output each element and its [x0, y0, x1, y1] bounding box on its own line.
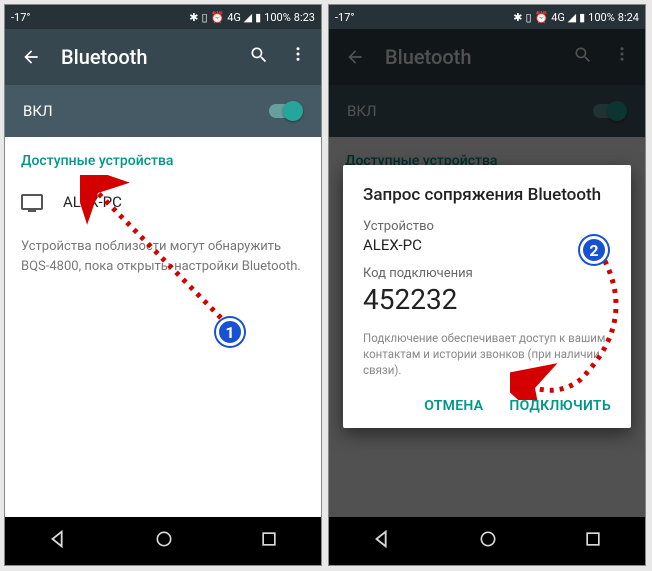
- code-label: Код подключения: [363, 266, 611, 281]
- bluetooth-switch[interactable]: [267, 101, 303, 121]
- nav-bar: [329, 517, 645, 565]
- alarm-icon: ⏰: [211, 11, 225, 24]
- nav-back-icon[interactable]: [47, 528, 69, 554]
- device-name: ALEX-PC: [63, 193, 122, 211]
- page-title: Bluetooth: [49, 45, 249, 69]
- screenshot-1: -17° ✱ ▯ ⏰ 4G ◢ ▮ 100% 8:23 Bluetooth: [4, 4, 322, 566]
- device-name: ALEX-PC: [363, 236, 611, 254]
- vibrate-icon: ▯: [525, 11, 531, 24]
- network-icon: 4G ◢: [551, 11, 576, 24]
- status-bar: -17° ✱ ▯ ⏰ 4G ◢ ▮ 100% 8:24: [329, 5, 645, 29]
- back-button[interactable]: [13, 47, 49, 67]
- nav-recent-icon[interactable]: [583, 529, 603, 553]
- status-temp: -17°: [11, 11, 31, 24]
- status-battery: 100%: [264, 11, 291, 24]
- nav-home-icon[interactable]: [478, 529, 498, 553]
- section-header: Доступные устройства: [21, 153, 305, 169]
- bluetooth-toggle-row: ВКЛ: [5, 85, 321, 137]
- status-temp: -17°: [335, 11, 355, 24]
- alarm-icon: ⏰: [535, 11, 549, 24]
- status-time: 8:24: [618, 11, 639, 24]
- annotation-badge-2: 2: [580, 236, 608, 264]
- bluetooth-icon: ✱: [189, 11, 198, 24]
- nav-recent-icon[interactable]: [259, 529, 279, 553]
- device-label: Устройство: [363, 219, 611, 234]
- bluetooth-icon: ✱: [513, 11, 522, 24]
- nav-back-icon[interactable]: [371, 528, 393, 554]
- discoverable-hint: Устройства поблизости могут обнаружить B…: [21, 237, 305, 276]
- confirm-button[interactable]: ПОДКЛЮЧИТЬ: [509, 398, 611, 414]
- search-icon[interactable]: [249, 45, 269, 69]
- status-battery: 100%: [588, 11, 615, 24]
- status-bar: -17° ✱ ▯ ⏰ 4G ◢ ▮ 100% 8:23: [5, 5, 321, 29]
- nav-bar: [5, 517, 321, 565]
- content-area: Доступные устройства ALEX-PC Устройства …: [5, 137, 321, 517]
- cancel-button[interactable]: ОТМЕНА: [424, 398, 483, 414]
- network-icon: 4G ◢: [227, 11, 252, 24]
- vibrate-icon: ▯: [201, 11, 207, 24]
- screenshot-2: -17° ✱ ▯ ⏰ 4G ◢ ▮ 100% 8:24 Bluetooth: [328, 4, 646, 566]
- laptop-icon: [21, 194, 43, 210]
- overflow-icon[interactable]: [289, 45, 307, 69]
- annotation-badge-1: 1: [216, 318, 244, 346]
- battery-icon: ▮: [255, 11, 261, 24]
- nav-home-icon[interactable]: [154, 529, 174, 553]
- dialog-title: Запрос сопряжения Bluetooth: [363, 185, 611, 205]
- app-bar: Bluetooth: [5, 29, 321, 85]
- toggle-label: ВКЛ: [23, 102, 53, 120]
- battery-icon: ▮: [579, 11, 585, 24]
- pairing-dialog: Запрос сопряжения Bluetooth Устройство A…: [343, 165, 631, 428]
- pairing-note: Подключение обеспечивает доступ к вашим …: [363, 330, 611, 378]
- device-row[interactable]: ALEX-PC: [21, 185, 305, 219]
- pairing-code: 452232: [363, 283, 611, 316]
- status-time: 8:23: [294, 11, 315, 24]
